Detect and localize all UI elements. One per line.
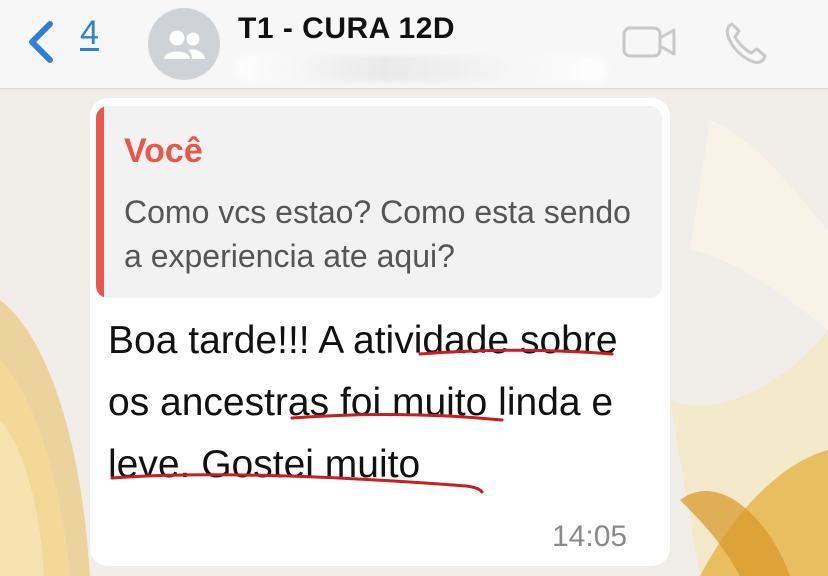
message-timestamp: 14:05 <box>552 520 628 553</box>
handwritten-underline-marks <box>110 348 614 494</box>
